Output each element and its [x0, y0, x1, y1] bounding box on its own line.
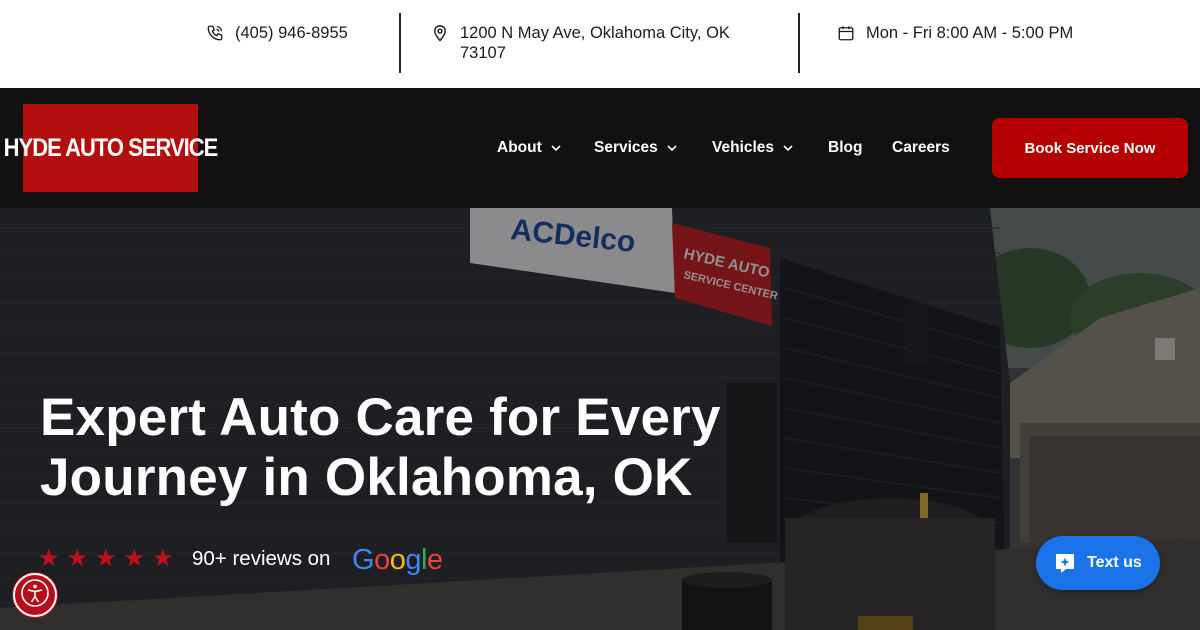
google-letter: G: [352, 544, 375, 576]
hours-info: Mon - Fri 8:00 AM - 5:00 PM: [836, 23, 1073, 43]
rating-stars: ★ ★ ★ ★ ★: [38, 545, 174, 573]
site-logo[interactable]: HYDE AUTO SERVICE: [4, 104, 218, 192]
google-letter: o: [389, 544, 406, 576]
star-icon: ★: [123, 545, 146, 572]
nav-item-careers[interactable]: Careers: [892, 136, 950, 160]
phone-icon: [205, 23, 225, 43]
star-icon: ★: [66, 545, 89, 572]
chevron-down-icon: [667, 143, 677, 153]
phone-number[interactable]: (405) 946-8955: [235, 23, 348, 43]
text-us-label: Text us: [1087, 554, 1142, 571]
hero-headline: Expert Auto Care for Every Journey in Ok…: [40, 388, 721, 507]
star-icon: ★: [152, 545, 174, 572]
chat-bubble-icon: [1053, 551, 1077, 575]
nav-item-label: Careers: [892, 139, 950, 156]
nav-item-label: Services: [594, 139, 658, 156]
nav-item-label: Blog: [828, 139, 863, 156]
address-text[interactable]: 1200 N May Ave, Oklahoma City, OK 73107: [460, 23, 760, 63]
main-navigation: HYDE AUTO SERVICE About Services Vehicle…: [0, 88, 1200, 208]
hero-section: ACDelco HYDE AUTO SERVICE CENTER Expert …: [0, 208, 1200, 630]
accessibility-icon: [20, 578, 50, 613]
nav-item-label: Vehicles: [712, 139, 775, 156]
star-icon: ★: [38, 545, 60, 572]
nav-item-blog[interactable]: Blog: [828, 136, 862, 160]
google-letter: e: [426, 544, 443, 576]
google-letter: g: [405, 544, 421, 576]
accessibility-button[interactable]: [13, 573, 57, 617]
map-pin-icon: [430, 23, 450, 43]
phone-contact[interactable]: (405) 946-8955: [205, 23, 348, 43]
chevron-down-icon: [551, 143, 561, 153]
book-service-button[interactable]: Book Service Now: [992, 118, 1188, 178]
nav-item-vehicles[interactable]: Vehicles: [712, 136, 793, 160]
calendar-icon: [836, 23, 856, 43]
chevron-down-icon: [783, 143, 793, 153]
hours-text: Mon - Fri 8:00 AM - 5:00 PM: [866, 24, 1074, 42]
logo-text: HYDE AUTO SERVICE: [3, 133, 219, 162]
google-logo[interactable]: Google: [352, 544, 443, 576]
divider: [798, 13, 800, 73]
google-letter: o: [374, 544, 390, 576]
divider: [399, 13, 401, 73]
top-info-bar: (405) 946-8955 1200 N May Ave, Oklahoma …: [0, 0, 1200, 88]
address-contact[interactable]: 1200 N May Ave, Oklahoma City, OK 73107: [430, 23, 760, 63]
nav-item-services[interactable]: Services: [594, 136, 677, 160]
reviews-text: 90+ reviews on: [192, 547, 331, 570]
nav-item-label: About: [497, 139, 542, 156]
text-us-button[interactable]: Text us: [1036, 536, 1160, 590]
star-icon: ★: [95, 545, 117, 572]
nav-item-about[interactable]: About: [497, 136, 561, 160]
